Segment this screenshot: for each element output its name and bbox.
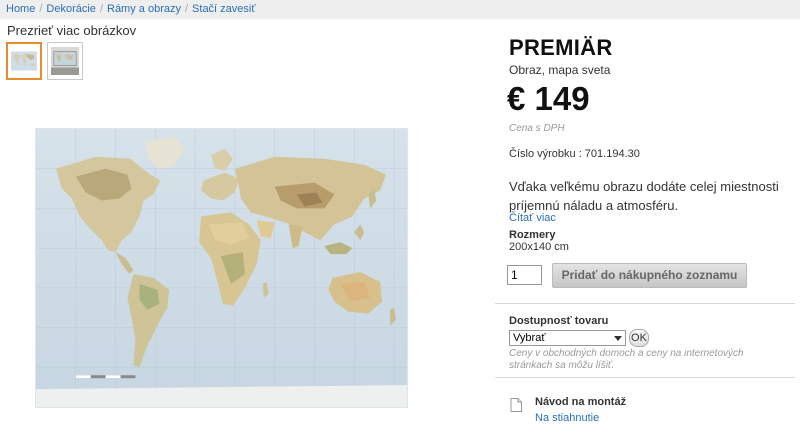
- product-title: PREMIÄR: [509, 35, 613, 60]
- breadcrumb-separator: /: [184, 3, 189, 15]
- breadcrumb-separator: /: [39, 3, 43, 15]
- read-more-link[interactable]: Čítať viac: [509, 212, 556, 224]
- add-to-shopping-list-button[interactable]: Pridať do nákupného zoznamu: [552, 263, 747, 288]
- breadcrumb-staci-zavesit[interactable]: Stačí zavesiť: [192, 3, 255, 15]
- price-note: Cena s DPH: [509, 123, 565, 134]
- breadcrumb: Home / Dekorácie / Rámy a obrazy / Stačí zaves…: [0, 0, 800, 19]
- room-photo-thumbnail-icon: [51, 47, 79, 75]
- divider: [495, 303, 795, 304]
- quantity-input[interactable]: [507, 265, 542, 285]
- store-select-value: Vybrať: [513, 332, 546, 344]
- chevron-down-icon: [614, 336, 622, 341]
- breadcrumb-home[interactable]: Home: [6, 3, 35, 15]
- article-number: Číslo výrobku : 701.194.30: [509, 148, 640, 160]
- assembly-guide-label: Návod na montáž: [535, 396, 627, 408]
- document-icon: [510, 398, 522, 412]
- divider: [495, 377, 795, 378]
- breadcrumb-separator: /: [99, 3, 103, 15]
- product-description: Vďaka veľkému obrazu dodáte celej miestn…: [509, 179, 779, 213]
- breadcrumb-dekoracie[interactable]: Dekorácie: [46, 3, 96, 15]
- availability-note: Ceny v obchodných domoch a ceny na inter…: [509, 348, 744, 371]
- availability-label: Dostupnosť tovaru: [509, 315, 609, 327]
- world-map-thumbnail-icon: [11, 51, 37, 71]
- thumbnail-room-photo[interactable]: [47, 42, 83, 80]
- dimensions-value: 200x140 cm: [509, 241, 569, 253]
- main-product-image[interactable]: [35, 128, 408, 408]
- product-price: € 149: [507, 80, 590, 117]
- dimensions-label: Rozmery: [509, 229, 556, 241]
- ok-button[interactable]: OK: [629, 329, 649, 347]
- more-images-label[interactable]: Prezrieť viac obrázkov: [7, 23, 136, 38]
- world-map-image-icon: [36, 129, 407, 407]
- assembly-download-link[interactable]: Na stiahnutie: [535, 412, 599, 424]
- store-select[interactable]: Vybrať: [509, 330, 626, 346]
- product-subtitle: Obraz, mapa sveta: [509, 63, 611, 77]
- thumbnail-world-map[interactable]: [6, 42, 42, 80]
- breadcrumb-ramy-a-obrazy[interactable]: Rámy a obrazy: [107, 3, 181, 15]
